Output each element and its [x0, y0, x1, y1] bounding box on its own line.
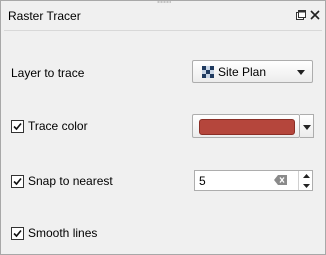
color-swatch — [199, 119, 295, 135]
spin-stepper — [298, 171, 313, 190]
spin-up-button[interactable] — [299, 171, 313, 180]
trace-color-label: Trace color — [28, 119, 88, 133]
raster-layer-icon — [202, 66, 214, 78]
layer-select[interactable]: Site Plan — [192, 60, 313, 83]
chevron-down-icon — [297, 70, 305, 75]
trace-color-checkbox-row[interactable]: Trace color — [11, 119, 88, 133]
trace-color-button[interactable] — [192, 114, 300, 138]
smooth-lines-checkbox-row[interactable]: Smooth lines — [11, 226, 97, 240]
chevron-up-icon — [302, 173, 310, 178]
clear-field-icon[interactable] — [274, 175, 287, 185]
layer-to-trace-label: Layer to trace — [11, 66, 85, 80]
snap-checkbox-row[interactable]: Snap to nearest — [11, 174, 113, 188]
trace-color-checkbox[interactable] — [11, 119, 24, 133]
snap-checkbox[interactable] — [11, 174, 24, 188]
drag-grip[interactable] — [157, 1, 171, 3]
snap-distance-spinbox[interactable] — [194, 170, 313, 191]
snap-label: Snap to nearest — [28, 174, 113, 188]
chevron-down-icon — [303, 125, 311, 130]
selected-layer-text: Site Plan — [218, 65, 267, 79]
float-window-icon[interactable] — [295, 9, 307, 21]
smooth-lines-checkbox[interactable] — [11, 226, 24, 240]
panel-title: Raster Tracer — [8, 9, 81, 23]
chevron-down-icon — [302, 183, 310, 188]
spin-down-button[interactable] — [299, 181, 313, 190]
smooth-lines-label: Smooth lines — [28, 226, 98, 240]
close-icon[interactable] — [309, 9, 321, 21]
snap-distance-input[interactable] — [199, 173, 269, 188]
color-menu-button[interactable] — [300, 114, 314, 138]
